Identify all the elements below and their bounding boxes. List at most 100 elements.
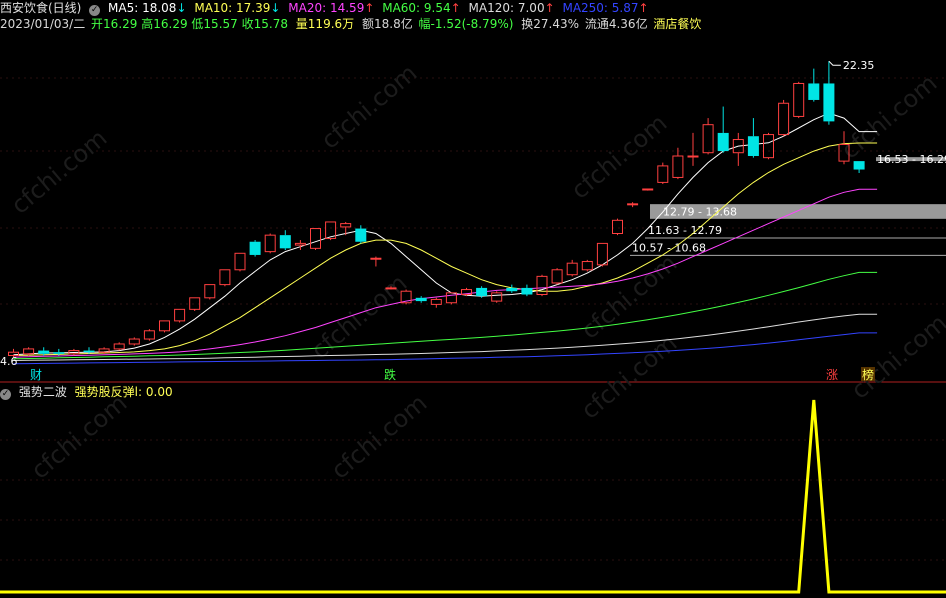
candle-body	[294, 242, 306, 246]
candle	[159, 320, 170, 333]
candle	[219, 269, 231, 287]
ma120-value: MA120: 7.00	[468, 1, 545, 15]
grid-lines	[0, 77, 946, 561]
candle	[672, 147, 684, 180]
candle-body	[642, 188, 654, 191]
candle-body	[778, 102, 790, 136]
marker-die: 跌	[384, 367, 396, 382]
candle-body	[53, 352, 65, 354]
candle-body	[83, 350, 95, 353]
header-row-1: 西安饮食(日线) ✓ MA5: 18.08↓ MA10: 17.39↓ MA20…	[0, 0, 653, 16]
settings-icon[interactable]: ✓	[89, 5, 101, 16]
candle-body	[385, 287, 397, 290]
candle	[310, 228, 321, 250]
candle	[294, 240, 306, 250]
candle	[551, 268, 563, 285]
candle	[521, 284, 533, 297]
chart-canvas: cfchi.com cfchi.com cfchi.com cfchi.com cfch…	[0, 59, 946, 594]
candle	[823, 61, 835, 125]
candle	[566, 259, 578, 277]
signal-series-line	[0, 399, 946, 594]
watermark-text: cfchi.com	[566, 109, 673, 205]
stock-name[interactable]: 西安饮食(日线)	[0, 1, 81, 15]
candle-body	[234, 252, 246, 271]
watermark-text: cfchi.com	[316, 59, 423, 155]
candle	[642, 188, 654, 191]
candle-body	[747, 136, 759, 157]
candle-body	[370, 257, 382, 260]
marker-label-die: 跌	[384, 367, 396, 382]
ma5-value: MA5: 18.08	[108, 1, 177, 15]
candle	[763, 132, 774, 160]
indicator-settings-icon[interactable]: ✓	[0, 389, 11, 400]
candle-body	[853, 161, 865, 170]
date-label: 2023/01/03/二	[0, 17, 86, 31]
high-pointer	[828, 60, 841, 66]
candle	[143, 329, 155, 341]
open-label: 开16.29	[91, 17, 138, 31]
marker-zhang: 涨	[826, 367, 838, 382]
header-row-2: 2023/01/03/二 开16.29 高16.29 低15.57 收15.78…	[0, 16, 705, 32]
price-zones: 16.53 - 16.29 12.79 - 13.68 11.63 - 12.79 1…	[630, 153, 946, 256]
candle	[325, 221, 337, 241]
watermark-text: cfchi.com	[326, 389, 433, 485]
watermark-layer: cfchi.com cfchi.com cfchi.com cfchi.com cfch…	[6, 59, 946, 485]
candle-body	[38, 350, 50, 354]
candle-body	[536, 275, 548, 296]
candle-body	[808, 83, 820, 100]
ma120-label: MA120: 7.00↑	[469, 1, 555, 15]
candle-body	[113, 343, 125, 350]
zone-label: 12.79 - 13.68	[663, 205, 737, 218]
candle-body	[657, 165, 669, 183]
candle-body	[581, 261, 593, 271]
ma20-label: MA20: 14.59↑	[288, 1, 374, 15]
candle	[461, 287, 472, 297]
candle	[657, 162, 669, 185]
candle-body	[23, 348, 35, 355]
ma60-value: MA60: 9.54	[382, 1, 451, 15]
candle-body	[174, 308, 186, 322]
candle-body	[506, 287, 518, 292]
candle-body	[793, 82, 805, 117]
candle-body	[249, 241, 261, 255]
candle-body	[612, 219, 623, 235]
candle-body	[128, 338, 140, 345]
candle-body	[521, 287, 533, 295]
ma10-label: MA10: 17.39↓	[194, 1, 280, 15]
event-markers: 财跌涨榜	[30, 367, 875, 382]
candle	[747, 118, 759, 158]
zone-label: 10.57 - 10.68	[632, 241, 706, 254]
ma-line-ma10	[13, 142, 878, 356]
ma60-arrow: ↑	[450, 1, 461, 15]
high-label: 高16.29	[141, 17, 188, 31]
indicator-title[interactable]: 强势二波	[19, 385, 67, 399]
ma-line-ma5	[13, 112, 878, 356]
candle	[732, 132, 744, 166]
candle-body	[702, 124, 714, 154]
candle-body	[596, 242, 608, 266]
candle-body	[445, 292, 457, 304]
candle	[581, 259, 593, 272]
candle	[612, 218, 623, 236]
candle	[627, 202, 639, 208]
candle-body	[627, 203, 639, 206]
signal-line	[0, 399, 946, 594]
candle	[204, 284, 216, 300]
watermark-text: cfchi.com	[306, 269, 413, 365]
candle-body	[264, 234, 276, 253]
zone-label: 16.53 - 16.29	[877, 153, 946, 166]
candle-body	[310, 228, 321, 249]
sector-label[interactable]: 酒店餐饮	[653, 17, 701, 31]
float-cap-label: 流通4.36亿	[584, 17, 648, 31]
candle-body	[340, 223, 352, 228]
candle-body	[717, 132, 729, 152]
candle-body	[98, 348, 110, 353]
ma120-arrow: ↑	[544, 1, 555, 15]
candle-body	[476, 287, 488, 297]
candle	[687, 132, 699, 166]
candle	[793, 81, 805, 119]
indicator-header: ✓ 强势二波 强势股反弹l: 0.00	[0, 384, 177, 400]
low-price-label: 4.6	[0, 355, 18, 368]
watermark-text: cfchi.com	[846, 309, 946, 405]
candle	[430, 297, 442, 308]
